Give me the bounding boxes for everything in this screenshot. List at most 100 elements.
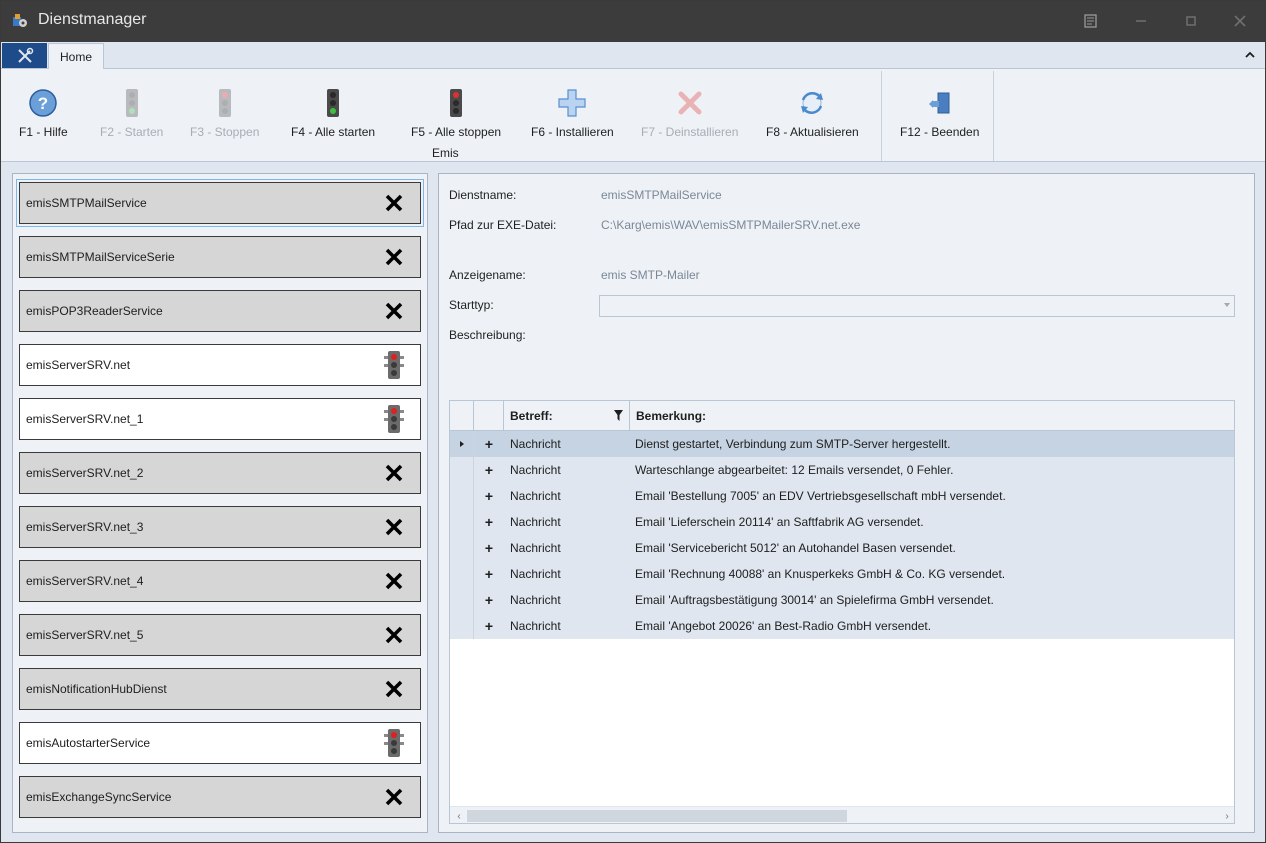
refresh-button[interactable]: F8 - Aktualisieren bbox=[766, 87, 859, 141]
horizontal-scrollbar[interactable]: ‹ › bbox=[450, 806, 1234, 823]
service-item[interactable]: emisExchangeSyncService bbox=[19, 776, 421, 818]
row-indicator bbox=[450, 561, 474, 587]
plus-icon bbox=[558, 89, 586, 117]
chevron-up-icon[interactable] bbox=[1243, 48, 1257, 62]
service-name: emisNotificationHubDienst bbox=[26, 682, 167, 696]
service-item[interactable]: emisServerSRV.net_5 bbox=[19, 614, 421, 656]
service-item[interactable]: emisServerSRV.net_2 bbox=[19, 452, 421, 494]
stop-button[interactable]: F3 - Stoppen bbox=[190, 87, 259, 141]
remove-icon bbox=[678, 91, 702, 115]
table-row[interactable]: + Nachricht Email 'Lieferschein 20114' an … bbox=[450, 509, 1234, 535]
notes-icon[interactable] bbox=[1078, 9, 1104, 33]
window-title: Dienstmanager bbox=[38, 11, 147, 28]
table-row[interactable]: + Nachricht Email 'Angebot 20026' an Best-… bbox=[450, 613, 1234, 639]
exit-button[interactable]: F12 - Beenden bbox=[900, 87, 979, 141]
grid-header-bemerkung[interactable]: Bemerkung: bbox=[630, 401, 1234, 431]
filter-icon[interactable] bbox=[614, 410, 623, 421]
scrollbar-thumb[interactable] bbox=[467, 810, 847, 822]
expand-row-icon[interactable]: + bbox=[474, 561, 504, 587]
start-button-label: F2 - Starten bbox=[100, 125, 164, 139]
stop-all-button[interactable]: F5 - Alle stoppen bbox=[411, 87, 501, 141]
cell-betreff: Nachricht bbox=[510, 463, 561, 477]
row-indicator bbox=[450, 613, 474, 639]
cell-betreff: Nachricht bbox=[510, 515, 561, 529]
grid-header-betreff[interactable]: Betreff: bbox=[504, 401, 630, 431]
scroll-right-icon[interactable]: › bbox=[1221, 810, 1233, 822]
svg-text:?: ? bbox=[38, 94, 48, 113]
log-grid: Betreff: Bemerkung: + Nachricht Dienst ges… bbox=[449, 400, 1235, 824]
service-name: emisExchangeSyncService bbox=[26, 790, 172, 804]
expand-row-icon[interactable]: + bbox=[474, 457, 504, 483]
maximize-button[interactable] bbox=[1178, 9, 1204, 33]
not-installed-x-icon bbox=[382, 296, 406, 326]
service-item[interactable]: emisServerSRV.net_4 bbox=[19, 560, 421, 602]
starttyp-select[interactable] bbox=[599, 295, 1235, 317]
service-name: emisPOP3ReaderService bbox=[26, 304, 163, 318]
stop-button-label: F3 - Stoppen bbox=[190, 125, 260, 139]
minimize-button[interactable] bbox=[1128, 9, 1154, 33]
table-row[interactable]: + Nachricht Email 'Auftragsbestätigung 300… bbox=[450, 587, 1234, 613]
cell-betreff: Nachricht bbox=[510, 567, 561, 581]
start-all-button[interactable]: F4 - Alle starten bbox=[291, 87, 375, 141]
anzeigename-label: Anzeigename: bbox=[449, 268, 526, 282]
expand-row-icon[interactable]: + bbox=[474, 613, 504, 639]
table-row[interactable]: + Nachricht Warteschlange abgearbeitet: 12… bbox=[450, 457, 1234, 483]
service-item[interactable]: emisServerSRV.net_3 bbox=[19, 506, 421, 548]
app-menu-button[interactable] bbox=[2, 43, 47, 68]
help-button[interactable]: ? F1 - Hilfe bbox=[19, 87, 68, 141]
expand-row-icon[interactable]: + bbox=[474, 535, 504, 561]
service-item[interactable]: emisSMTPMailService bbox=[16, 179, 424, 227]
service-name: emisServerSRV.net_3 bbox=[26, 520, 144, 534]
uninstall-button[interactable]: F7 - Deinstallieren bbox=[641, 87, 738, 141]
install-button[interactable]: F6 - Installieren bbox=[531, 87, 614, 141]
cell-bemerkung: Email 'Bestellung 7005' an EDV Vertriebs… bbox=[635, 489, 1006, 503]
close-button[interactable] bbox=[1227, 9, 1253, 33]
table-row[interactable]: + Nachricht Email 'Servicebericht 5012' an… bbox=[450, 535, 1234, 561]
traffic-light-green-icon bbox=[327, 89, 340, 117]
row-indicator bbox=[450, 587, 474, 613]
not-installed-x-icon bbox=[382, 242, 406, 272]
service-details: Dienstname: emisSMTPMailService Pfad zur… bbox=[438, 173, 1255, 833]
row-indicator bbox=[450, 483, 474, 509]
not-installed-x-icon bbox=[382, 674, 406, 704]
tab-home[interactable]: Home bbox=[48, 43, 104, 70]
grid-header-bemerkung-label: Bemerkung: bbox=[636, 409, 707, 423]
expand-row-icon[interactable]: + bbox=[474, 483, 504, 509]
table-row[interactable]: + Nachricht Dienst gestartet, Verbindung z… bbox=[450, 431, 1234, 457]
main-window: Dienstmanager Home ? F1 - Hilfe F2 - Sta… bbox=[0, 0, 1266, 843]
service-name: emisServerSRV.net_2 bbox=[26, 466, 144, 480]
service-item[interactable]: emisSMTPMailServiceSerie bbox=[19, 236, 421, 278]
ribbon: ? F1 - Hilfe F2 - Starten F3 - Stoppen F… bbox=[1, 69, 1265, 162]
service-item[interactable]: emisServerSRV.net bbox=[19, 344, 421, 386]
service-item[interactable]: emisServerSRV.net_1 bbox=[19, 398, 421, 440]
traffic-light-red-icon bbox=[382, 350, 406, 380]
service-name: emisServerSRV.net_4 bbox=[26, 574, 144, 588]
dropdown-arrow-icon bbox=[1224, 303, 1230, 307]
service-item[interactable]: emisPOP3ReaderService bbox=[19, 290, 421, 332]
cell-betreff: Nachricht bbox=[510, 541, 561, 555]
expand-row-icon[interactable]: + bbox=[474, 431, 504, 457]
service-item[interactable]: emisNotificationHubDienst bbox=[19, 668, 421, 710]
start-button[interactable]: F2 - Starten bbox=[100, 87, 163, 141]
traffic-light-red-icon bbox=[382, 728, 406, 758]
cell-bemerkung: Dienst gestartet, Verbindung zum SMTP-Se… bbox=[635, 437, 951, 451]
not-installed-x-icon bbox=[382, 566, 406, 596]
ribbon-tab-bar: Home bbox=[1, 42, 1265, 70]
service-name: emisAutostarterService bbox=[26, 736, 151, 750]
not-installed-x-icon bbox=[382, 620, 406, 650]
table-row[interactable]: + Nachricht Email 'Bestellung 7005' an EDV… bbox=[450, 483, 1234, 509]
expand-row-icon[interactable]: + bbox=[474, 587, 504, 613]
expand-row-icon[interactable]: + bbox=[474, 509, 504, 535]
refresh-button-label: F8 - Aktualisieren bbox=[766, 125, 859, 139]
service-name: emisSMTPMailServiceSerie bbox=[26, 250, 175, 264]
service-item[interactable]: emisAutostarterService bbox=[19, 722, 421, 764]
service-name: emisServerSRV.net_5 bbox=[26, 628, 144, 642]
cell-bemerkung: Email 'Lieferschein 20114' an Saftfabrik… bbox=[635, 515, 924, 529]
uninstall-button-label: F7 - Deinstallieren bbox=[641, 125, 739, 139]
grid-header-betreff-label: Betreff: bbox=[510, 409, 553, 423]
cell-bemerkung: Warteschlange abgearbeitet: 12 Emails ve… bbox=[635, 463, 954, 477]
refresh-icon bbox=[801, 91, 824, 115]
table-row[interactable]: + Nachricht Email 'Rechnung 40088' an Knus… bbox=[450, 561, 1234, 587]
not-installed-x-icon bbox=[382, 458, 406, 488]
scroll-left-icon[interactable]: ‹ bbox=[453, 810, 465, 822]
